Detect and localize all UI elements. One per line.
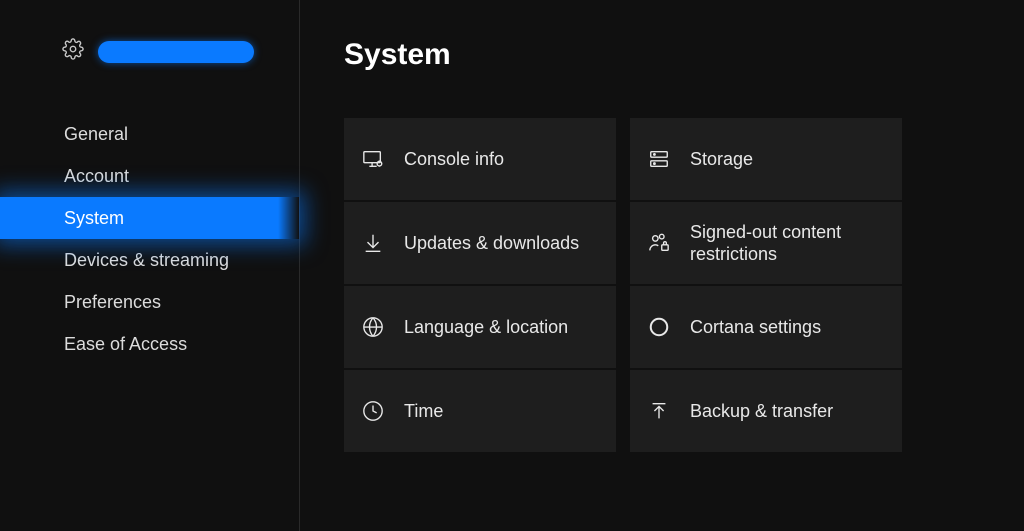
tile-label: Cortana settings bbox=[690, 316, 833, 339]
tile-column-2: Storage Signed-out content restrictions … bbox=[630, 118, 902, 452]
tile-column-1: Console info Updates & downloads Languag… bbox=[344, 118, 616, 452]
clock-icon bbox=[362, 400, 384, 422]
sidebar-item-label: Account bbox=[64, 166, 129, 187]
sidebar-item-account[interactable]: Account bbox=[0, 155, 299, 197]
sidebar-item-devices-streaming[interactable]: Devices & streaming bbox=[0, 239, 299, 281]
globe-icon bbox=[362, 316, 384, 338]
download-icon bbox=[362, 232, 384, 254]
page-title: System bbox=[344, 38, 1024, 72]
sidebar-item-general[interactable]: General bbox=[0, 113, 299, 155]
tile-console-info[interactable]: Console info bbox=[344, 118, 616, 200]
tile-label: Console info bbox=[404, 148, 516, 171]
tile-label: Language & location bbox=[404, 316, 580, 339]
cortana-icon bbox=[648, 316, 670, 338]
sidebar: General Account System Devices & streami… bbox=[0, 0, 300, 531]
tile-backup-transfer[interactable]: Backup & transfer bbox=[630, 370, 902, 452]
tile-updates-downloads[interactable]: Updates & downloads bbox=[344, 202, 616, 284]
tile-label: Backup & transfer bbox=[690, 400, 845, 423]
sidebar-item-system[interactable]: System bbox=[0, 197, 299, 239]
gear-icon bbox=[62, 38, 84, 65]
tile-storage[interactable]: Storage bbox=[630, 118, 902, 200]
tile-label: Updates & downloads bbox=[404, 232, 591, 255]
tile-cortana-settings[interactable]: Cortana settings bbox=[630, 286, 902, 368]
sidebar-item-preferences[interactable]: Preferences bbox=[0, 281, 299, 323]
monitor-gear-icon bbox=[362, 148, 384, 170]
tile-language-location[interactable]: Language & location bbox=[344, 286, 616, 368]
sidebar-item-label: Preferences bbox=[64, 292, 161, 313]
main-panel: System Console info Updates & downloads bbox=[300, 0, 1024, 531]
storage-icon bbox=[648, 148, 670, 170]
tile-label: Storage bbox=[690, 148, 765, 171]
sidebar-item-label: Devices & streaming bbox=[64, 250, 229, 271]
tile-time[interactable]: Time bbox=[344, 370, 616, 452]
people-lock-icon bbox=[648, 232, 670, 254]
tile-label: Signed-out content restrictions bbox=[690, 221, 902, 266]
sidebar-list: General Account System Devices & streami… bbox=[0, 113, 299, 365]
backup-icon bbox=[648, 400, 670, 422]
sidebar-item-label: System bbox=[64, 208, 124, 229]
sidebar-item-ease-of-access[interactable]: Ease of Access bbox=[0, 323, 299, 365]
tile-grid: Console info Updates & downloads Languag… bbox=[344, 118, 1024, 452]
header-pill bbox=[98, 41, 254, 63]
sidebar-item-label: General bbox=[64, 124, 128, 145]
tile-signed-out-content-restrictions[interactable]: Signed-out content restrictions bbox=[630, 202, 902, 284]
sidebar-header bbox=[0, 38, 299, 65]
tile-label: Time bbox=[404, 400, 455, 423]
sidebar-item-label: Ease of Access bbox=[64, 334, 187, 355]
